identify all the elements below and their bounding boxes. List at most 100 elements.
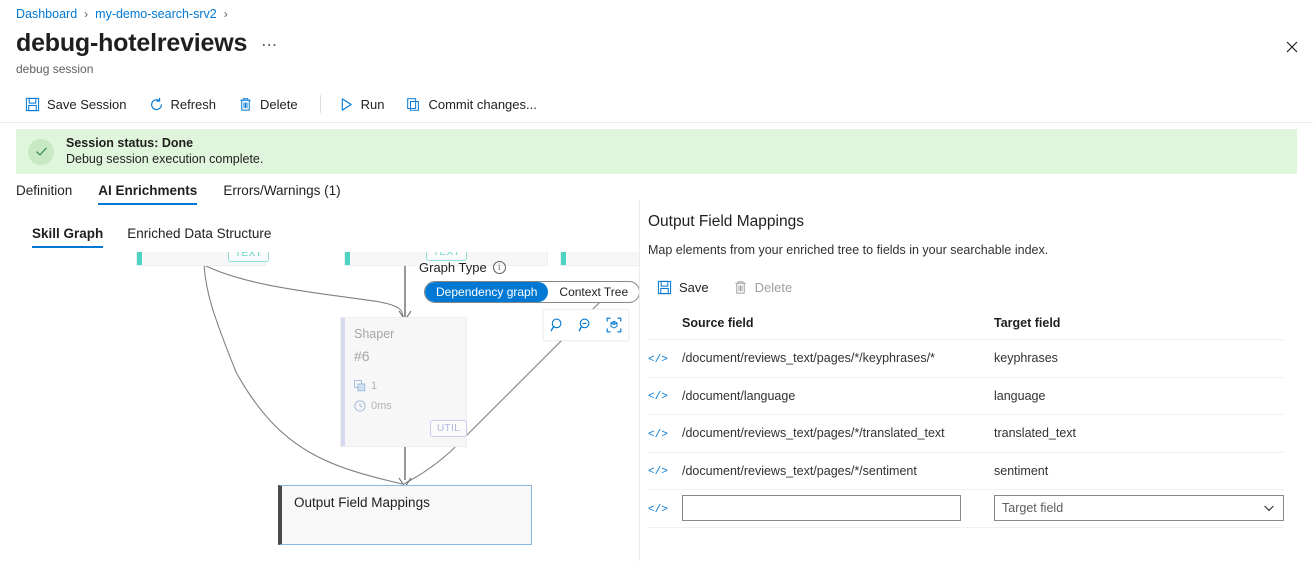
run-button[interactable]: Run (330, 89, 394, 119)
play-icon (341, 97, 352, 111)
panel-command-bar: Save Delete (648, 272, 1308, 302)
edge-2 (203, 264, 404, 319)
graph-node-output-field-mappings[interactable]: Output Field Mappings (278, 485, 532, 545)
row-source-value: /document/reviews_text/pages/*/sentiment (682, 451, 994, 490)
new-target-field-placeholder: Target field (1002, 501, 1064, 516)
node-accent-bar (137, 252, 142, 265)
new-row-target-cell: Target field (994, 489, 1284, 528)
mapping-col-source: Source field (682, 316, 754, 330)
new-source-field-input[interactable] (682, 495, 961, 522)
shaper-title: Shaper (354, 327, 395, 341)
graph-type-toggle[interactable]: Dependency graph Context Tree (424, 281, 639, 303)
checkmark-icon (35, 147, 47, 156)
breadcrumb-item-dashboard[interactable]: Dashboard (16, 7, 77, 21)
graph-type-label: Graph Type (419, 260, 487, 275)
row-source-value: /document/reviews_text/pages/*/keyphrase… (682, 339, 994, 377)
tab-errors-warnings[interactable]: Errors/Warnings (1) (223, 183, 340, 205)
fit-to-screen-button[interactable] (606, 317, 622, 333)
info-icon[interactable]: i (492, 261, 506, 274)
row-code-icon-cell: </> (648, 451, 682, 490)
graph-node-text-1-badge: TEXT (228, 252, 270, 262)
zoom-in-button[interactable] (550, 317, 566, 333)
command-separator (319, 95, 321, 113)
status-title: Session status: Done (66, 136, 194, 150)
copy-icon (407, 97, 420, 111)
close-button[interactable] (1277, 32, 1307, 62)
debug-session-page: Dashboard › my-demo-search-srv2 › debug-… (0, 0, 1313, 561)
graph-node-text-3[interactable] (560, 252, 639, 266)
panel-description: Map elements from your enriched tree to … (648, 243, 1049, 257)
refresh-icon (150, 97, 162, 110)
node-accent-bar-2 (345, 252, 350, 265)
mapping-table-header-row: Source field Target field (648, 314, 1284, 340)
graph-type-option-dependency-graph[interactable]: Dependency graph (425, 282, 549, 302)
code-icon: </> (648, 428, 668, 441)
primary-tabs: Definition AI Enrichments Errors/Warning… (16, 179, 367, 205)
panel-delete-button: Delete (724, 272, 802, 302)
delete-button[interactable]: Delete (229, 89, 307, 119)
tab-ai-enrichments[interactable]: AI Enrichments (98, 183, 198, 205)
skill-graph-canvas[interactable]: TEXT TEXT Shaper #6 1 0ms UTIL Output Fi… (0, 252, 639, 561)
command-bar-divider (0, 122, 1313, 123)
table-row[interactable]: </> /document/reviews_text/pages/*/senti… (648, 451, 1284, 490)
table-row[interactable]: </> /document/reviews_text/pages/*/keyph… (648, 339, 1284, 377)
table-row[interactable]: </> /document/reviews_text/pages/*/trans… (648, 414, 1284, 452)
documents-icon (354, 380, 366, 392)
refresh-label: Refresh (170, 96, 217, 112)
new-row-source-cell (682, 489, 994, 528)
more-options-button[interactable]: ⋯ (261, 35, 278, 55)
row-source-value: /document/language (682, 376, 994, 415)
page-subtitle: debug session (16, 62, 94, 76)
save-icon (657, 280, 672, 294)
shaper-accent-bar (341, 318, 345, 446)
row-target-value: translated_text (994, 414, 1284, 452)
trash-icon (240, 97, 251, 111)
chevron-down-icon (1263, 502, 1275, 514)
code-icon: </> (648, 503, 668, 516)
trash-icon (734, 280, 746, 294)
pane-divider (639, 200, 640, 561)
breadcrumb-separator-icon-2: › (223, 7, 228, 21)
zoom-out-button[interactable] (578, 317, 594, 333)
graph-type-label-group: Graph Type i (419, 260, 506, 275)
tab-skill-graph[interactable]: Skill Graph (32, 226, 104, 248)
zoom-out-icon (578, 318, 590, 332)
close-icon (1286, 41, 1298, 53)
row-code-icon-cell: </> (648, 339, 682, 377)
shaper-document-count-value: 1 (371, 380, 378, 392)
row-target-value: language (994, 376, 1284, 415)
delete-label: Delete (260, 96, 298, 112)
graph-node-output-field-mappings-label: Output Field Mappings (294, 495, 430, 510)
status-banner: Session status: Done Debug session execu… (16, 129, 1297, 174)
table-row[interactable]: </> /document/language language (648, 376, 1284, 415)
secondary-tabs: Skill Graph Enriched Data Structure (32, 222, 295, 248)
code-icon: </> (648, 353, 668, 366)
command-bar: Save Session Refresh Delete Run Commit c… (0, 88, 1313, 120)
graph-type-option-context-tree[interactable]: Context Tree (548, 282, 639, 302)
panel-save-label: Save (679, 279, 709, 295)
code-icon: </> (648, 466, 668, 479)
save-session-label: Save Session (47, 96, 127, 112)
panel-title: Output Field Mappings (648, 213, 804, 230)
row-target-value: sentiment (994, 451, 1284, 490)
table-row-new[interactable]: </> Target field (648, 489, 1284, 528)
panel-save-button[interactable]: Save (648, 272, 718, 302)
shaper-number: #6 (354, 348, 370, 364)
shaper-duration: 0ms (354, 400, 392, 412)
save-session-button[interactable]: Save Session (16, 89, 136, 119)
commit-changes-button[interactable]: Commit changes... (397, 89, 545, 119)
breadcrumb: Dashboard › my-demo-search-srv2 › (16, 7, 235, 21)
breadcrumb-item-service[interactable]: my-demo-search-srv2 (95, 7, 217, 21)
tab-enriched-data-structure[interactable]: Enriched Data Structure (127, 226, 271, 248)
status-subtitle: Debug session execution complete. (66, 152, 264, 166)
save-icon (25, 97, 40, 111)
row-source-value: /document/reviews_text/pages/*/translate… (682, 414, 994, 452)
row-code-icon-cell: </> (648, 489, 682, 528)
tab-definition[interactable]: Definition (16, 183, 72, 205)
page-title: debug-hotelreviews (16, 29, 248, 57)
new-target-field-dropdown[interactable]: Target field (994, 495, 1284, 522)
status-icon-wrap (28, 138, 54, 165)
zoom-toolbar (543, 309, 629, 341)
code-icon: </> (648, 391, 668, 404)
refresh-button[interactable]: Refresh (140, 89, 226, 119)
